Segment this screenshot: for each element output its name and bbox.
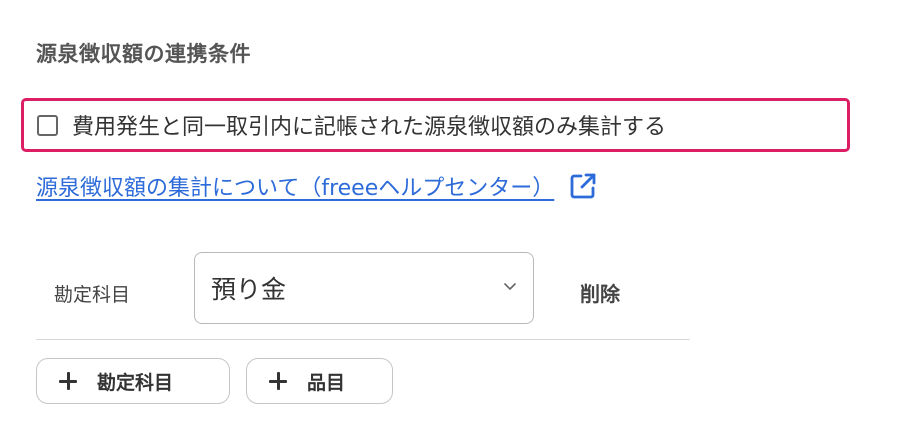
help-center-link[interactable]: 源泉徴収額の集計について（freeeヘルプセンター） <box>36 170 598 202</box>
plus-icon <box>59 372 77 390</box>
aggregate-option-checkbox[interactable] <box>37 114 58 136</box>
aggregate-option-label[interactable]: 費用発生と同一取引内に記帳された源泉徴収額のみ集計する <box>72 109 666 141</box>
chevron-down-icon <box>504 283 516 290</box>
account-select[interactable]: 預り金 <box>194 252 534 324</box>
option-highlight: 費用発生と同一取引内に記帳された源泉徴収額のみ集計する <box>21 98 850 152</box>
add-account-button-label: 勘定科目 <box>97 371 174 394</box>
external-link-icon[interactable] <box>568 171 598 201</box>
plus-icon <box>269 372 287 390</box>
delete-button[interactable]: 削除 <box>580 278 620 307</box>
add-account-button[interactable]: 勘定科目 <box>36 358 230 404</box>
account-select-value: 預り金 <box>211 275 287 304</box>
add-item-button-label: 品目 <box>307 371 346 394</box>
section-title: 源泉徴収額の連携条件 <box>36 42 251 66</box>
account-field-label: 勘定科目 <box>54 284 131 306</box>
help-center-link-text[interactable]: 源泉徴収額の集計について（freeeヘルプセンター） <box>36 170 554 202</box>
account-condition-row: 勘定科目 預り金 削除 <box>36 252 690 340</box>
add-item-button[interactable]: 品目 <box>246 358 393 404</box>
